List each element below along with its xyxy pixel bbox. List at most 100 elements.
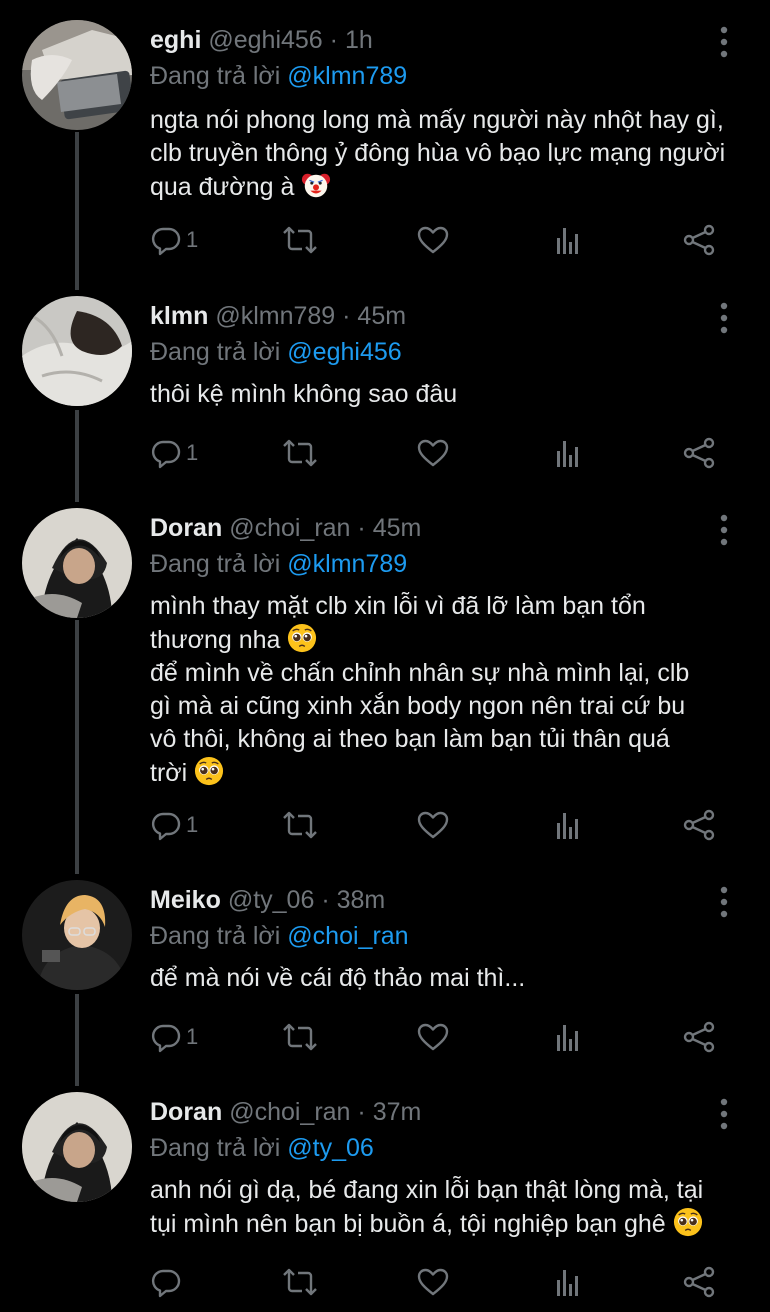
user-handle[interactable]: @eghi456 <box>208 26 322 54</box>
share-icon <box>682 224 716 256</box>
tweet-text-line: tụi mình nên bạn bị buồn á, tội nghiệp b… <box>150 1207 750 1241</box>
tweet-header: Doran @choi_ran · 45m <box>150 512 421 544</box>
action-bar: 1 <box>150 805 730 845</box>
display-name[interactable]: Doran <box>150 1098 222 1126</box>
retweet-button[interactable] <box>282 220 318 260</box>
reply-context: Đang trả lời @eghi456 <box>150 336 402 368</box>
display-name[interactable]: Meiko <box>150 886 221 914</box>
avatar[interactable] <box>22 880 132 990</box>
pleading-face-emoji <box>287 623 317 653</box>
reply-prefix: Đang trả lời <box>150 1134 281 1162</box>
retweet-icon <box>282 224 318 256</box>
avatar[interactable] <box>22 508 132 618</box>
retweet-button[interactable] <box>282 433 318 473</box>
separator-dot: · <box>329 26 338 54</box>
like-icon <box>416 1021 450 1053</box>
user-handle[interactable]: @klmn789 <box>215 302 335 330</box>
avatar[interactable] <box>22 20 132 130</box>
timestamp[interactable]: 45m <box>373 514 422 542</box>
display-name[interactable]: klmn <box>150 302 208 330</box>
action-bar: 1 <box>150 220 730 260</box>
reply-button[interactable]: 1 <box>150 220 198 260</box>
share-button[interactable] <box>682 1017 716 1057</box>
tweet-header: Meiko @ty_06 · 38m <box>150 884 385 916</box>
reply-icon <box>150 224 182 256</box>
action-bar: 1 <box>150 433 730 473</box>
share-icon <box>682 1021 716 1053</box>
retweet-button[interactable] <box>282 805 318 845</box>
separator-dot: · <box>342 302 351 330</box>
timestamp[interactable]: 1h <box>345 26 373 54</box>
action-bar <box>150 1262 730 1302</box>
analytics-button[interactable] <box>552 220 584 260</box>
analytics-icon <box>552 1021 584 1053</box>
timestamp[interactable]: 45m <box>357 302 406 330</box>
reply-context: Đang trả lời @choi_ran <box>150 920 409 952</box>
mention-link[interactable]: @klmn789 <box>287 550 407 578</box>
share-button[interactable] <box>682 1262 716 1302</box>
analytics-icon <box>552 224 584 256</box>
user-handle[interactable]: @ty_06 <box>228 886 315 914</box>
like-icon <box>416 1266 450 1298</box>
avatar[interactable] <box>22 296 132 406</box>
analytics-button[interactable] <box>552 1017 584 1057</box>
tweet-text: mình thay mặt clb xin lỗi vì đã lỡ làm b… <box>150 590 750 790</box>
display-name[interactable]: eghi <box>150 26 201 54</box>
reply-button[interactable]: 1 <box>150 433 198 473</box>
like-button[interactable] <box>416 433 450 473</box>
share-button[interactable] <box>682 220 716 260</box>
mention-link[interactable]: @choi_ran <box>287 922 408 950</box>
retweet-button[interactable] <box>282 1262 318 1302</box>
mention-link[interactable]: @eghi456 <box>287 338 401 366</box>
timestamp[interactable]: 37m <box>373 1098 422 1126</box>
analytics-button[interactable] <box>552 433 584 473</box>
more-icon[interactable] <box>712 1094 736 1134</box>
like-button[interactable] <box>416 1262 450 1302</box>
separator-dot: · <box>357 1098 366 1126</box>
share-icon <box>682 437 716 469</box>
reply-context: Đang trả lời @ty_06 <box>150 1132 374 1164</box>
more-icon[interactable] <box>712 510 736 550</box>
mention-link[interactable]: @ty_06 <box>287 1134 374 1162</box>
tweet-text-line: gì mà ai cũng xinh xắn body ngon nên tra… <box>150 692 686 720</box>
analytics-icon <box>552 1266 584 1298</box>
user-handle[interactable]: @choi_ran <box>229 1098 350 1126</box>
timestamp[interactable]: 38m <box>337 886 386 914</box>
reply-icon <box>150 1266 182 1298</box>
tweet-text-fragment: trời <box>150 759 188 787</box>
tweet-text: anh nói gì dạ, bé đang xin lỗi bạn thật … <box>150 1174 750 1241</box>
action-bar: 1 <box>150 1017 730 1057</box>
reply-count: 1 <box>186 440 199 465</box>
clown-face-emoji <box>301 170 331 200</box>
more-icon[interactable] <box>712 22 736 62</box>
tweet-text-line: thương nha <box>150 623 750 657</box>
reply-count: 1 <box>186 227 199 252</box>
tweet-text: ngta nói phong long mà mấy người này nhộ… <box>150 104 750 204</box>
display-name[interactable]: Doran <box>150 514 222 542</box>
pleading-face-emoji <box>194 756 224 786</box>
reply-button[interactable] <box>150 1262 186 1302</box>
separator-dot: · <box>321 886 330 914</box>
share-button[interactable] <box>682 433 716 473</box>
reply-button[interactable]: 1 <box>150 1017 198 1057</box>
tweet-text-fragment: tụi mình nên bạn bị buồn á, tội nghiệp b… <box>150 1210 666 1238</box>
share-icon <box>682 809 716 841</box>
retweet-button[interactable] <box>282 1017 318 1057</box>
like-button[interactable] <box>416 220 450 260</box>
mention-link[interactable]: @klmn789 <box>287 62 407 90</box>
tweet-text-line: anh nói gì dạ, bé đang xin lỗi bạn thật … <box>150 1176 704 1204</box>
like-button[interactable] <box>416 1017 450 1057</box>
tweet-text-fragment: thương nha <box>150 626 281 654</box>
reply-button[interactable]: 1 <box>150 805 198 845</box>
more-icon[interactable] <box>712 882 736 922</box>
user-handle[interactable]: @choi_ran <box>229 514 350 542</box>
more-icon[interactable] <box>712 298 736 338</box>
analytics-button[interactable] <box>552 1262 584 1302</box>
reply-count: 1 <box>186 812 199 837</box>
share-button[interactable] <box>682 805 716 845</box>
avatar[interactable] <box>22 1092 132 1202</box>
like-button[interactable] <box>416 805 450 845</box>
separator-dot: · <box>357 514 366 542</box>
analytics-button[interactable] <box>552 805 584 845</box>
reply-icon <box>150 809 182 841</box>
